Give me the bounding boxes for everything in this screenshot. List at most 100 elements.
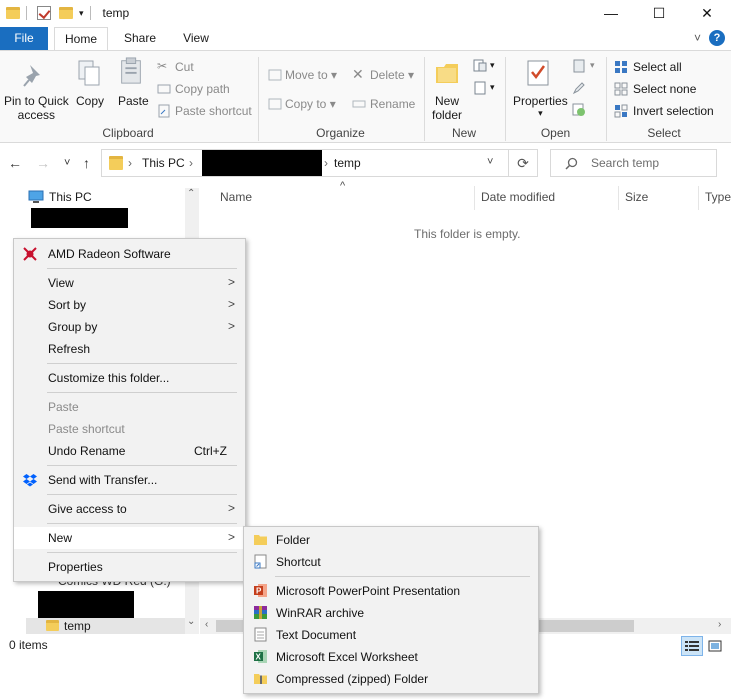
large-icons-view-icon[interactable] <box>708 640 722 652</box>
pin-quick-access-button[interactable]: Pin to Quick access <box>4 94 69 122</box>
menu-item-group-by[interactable]: Group by > <box>14 316 245 338</box>
nav-this-pc[interactable]: This PC <box>49 190 92 204</box>
column-date-modified[interactable]: Date modified <box>481 190 555 204</box>
text-document-icon <box>254 627 267 642</box>
tab-share[interactable]: Share <box>114 27 166 50</box>
properties-button[interactable]: Properties ▾ <box>513 94 568 119</box>
help-icon[interactable]: ? <box>709 30 725 46</box>
submenu-item-zip-folder[interactable]: Compressed (zipped) Folder <box>244 668 538 690</box>
scroll-down-icon[interactable]: ⌄ <box>187 616 195 627</box>
breadcrumb-temp[interactable]: temp <box>334 156 361 170</box>
column-type[interactable]: Type <box>705 190 731 204</box>
menu-label: Send with Transfer... <box>48 473 158 487</box>
menu-label: Paste shortcut <box>48 422 125 436</box>
new-folder-label-1: New <box>435 94 460 108</box>
menu-label: Group by <box>48 320 98 334</box>
select-none-icon <box>614 82 628 96</box>
zip-folder-icon <box>254 674 267 684</box>
window-title: temp <box>102 6 130 20</box>
move-to-button[interactable]: Move to ▾ <box>285 68 337 82</box>
menu-item-new[interactable]: New > <box>14 527 245 549</box>
menu-separator <box>47 363 237 364</box>
select-none-button[interactable]: Select none <box>633 82 696 96</box>
group-separator <box>258 57 259 141</box>
submenu-label: Microsoft Excel Worksheet <box>276 650 418 664</box>
minimize-button[interactable]: — <box>588 0 634 26</box>
tab-view[interactable]: View <box>172 27 220 50</box>
title-bar: ▾ temp — ☐ ✕ <box>0 0 731 26</box>
column-name[interactable]: Name <box>220 190 252 204</box>
new-item-icon[interactable] <box>473 59 487 73</box>
submenu-item-text-document[interactable]: Text Document <box>244 624 538 646</box>
qat-customize-caret-icon[interactable]: ▾ <box>79 8 84 19</box>
menu-item-undo-rename[interactable]: Undo Rename Ctrl+Z <box>14 440 245 462</box>
column-size[interactable]: Size <box>625 190 648 204</box>
submenu-item-folder[interactable]: Folder <box>244 529 538 551</box>
new-folder-qat-icon[interactable] <box>59 7 73 19</box>
submenu-item-shortcut[interactable]: Shortcut <box>244 551 538 573</box>
maximize-button[interactable]: ☐ <box>636 0 682 26</box>
scroll-right-icon[interactable]: › <box>718 619 721 630</box>
menu-item-customize-folder[interactable]: Customize this folder... <box>14 367 245 389</box>
qat-separator <box>26 6 27 20</box>
back-button[interactable]: ← <box>8 155 22 171</box>
close-button[interactable]: ✕ <box>684 0 730 26</box>
properties-icon <box>527 60 549 86</box>
menu-item-view[interactable]: View > <box>14 272 245 294</box>
ribbon-collapse-icon[interactable]: ˅ <box>694 31 701 45</box>
paste-button[interactable]: Paste <box>118 94 149 108</box>
history-icon[interactable] <box>572 103 586 117</box>
submenu-arrow-icon: > <box>227 319 235 333</box>
delete-button[interactable]: Delete ▾ <box>370 68 414 82</box>
copy-to-button[interactable]: Copy to ▾ <box>285 97 336 111</box>
menu-label: Sort by <box>48 298 87 312</box>
paste-icon <box>121 57 141 84</box>
easy-access-caret-icon[interactable]: ▾ <box>490 82 495 93</box>
breadcrumb-this-pc[interactable]: This PC <box>142 156 185 170</box>
menu-item-sort-by[interactable]: Sort by > <box>14 294 245 316</box>
menu-item-properties[interactable]: Properties <box>14 556 245 578</box>
nav-item-temp-selected[interactable]: temp <box>26 618 186 634</box>
address-dropdown-icon[interactable]: ˅ <box>487 156 493 168</box>
item-count: 0 items <box>9 638 48 652</box>
menu-item-send-with-transfer[interactable]: Send with Transfer... <box>14 469 245 491</box>
invert-selection-button[interactable]: Invert selection <box>633 104 714 118</box>
scroll-up-icon[interactable]: ⌃ <box>187 188 195 199</box>
submenu-item-winrar[interactable]: WinRAR archive <box>244 602 538 624</box>
rename-button[interactable]: Rename <box>370 97 415 111</box>
refresh-button[interactable]: ⟳ <box>509 149 538 177</box>
invert-selection-icon <box>614 104 628 118</box>
open-caret-icon[interactable]: ▾ <box>590 60 595 71</box>
recent-locations-button[interactable]: ˅ <box>64 157 70 169</box>
paste-shortcut-button[interactable]: Paste shortcut <box>175 104 252 118</box>
up-button[interactable]: ↑ <box>83 155 90 171</box>
properties-caret-icon: ▾ <box>538 108 543 118</box>
tab-file[interactable]: File <box>0 27 48 50</box>
easy-access-icon[interactable] <box>473 81 487 95</box>
submenu-label: Shortcut <box>276 555 321 569</box>
forward-button[interactable]: → <box>36 155 50 171</box>
new-item-caret-icon[interactable]: ▾ <box>490 60 495 71</box>
address-bar[interactable]: › This PC › › temp ˅ <box>101 149 509 177</box>
submenu-item-powerpoint[interactable]: P Microsoft PowerPoint Presentation <box>244 580 538 602</box>
select-all-button[interactable]: Select all <box>633 60 682 74</box>
menu-item-amd-radeon[interactable]: AMD Radeon Software <box>14 243 245 265</box>
scroll-left-icon[interactable]: ‹ <box>205 619 208 630</box>
tab-home[interactable]: Home <box>54 27 108 51</box>
temp-folder-icon <box>46 620 59 631</box>
move-to-label: Move to <box>285 68 328 82</box>
submenu-item-excel[interactable]: X Microsoft Excel Worksheet <box>244 646 538 668</box>
properties-check-icon[interactable] <box>37 6 51 20</box>
menu-shortcut-label: Ctrl+Z <box>194 444 227 458</box>
search-box[interactable]: Search temp <box>550 149 717 177</box>
details-view-button[interactable] <box>681 636 703 656</box>
copy-button[interactable]: Copy <box>76 94 104 108</box>
cut-button[interactable]: Cut <box>175 60 194 74</box>
edit-icon[interactable] <box>572 81 586 95</box>
open-icon[interactable] <box>572 59 586 73</box>
group-label-new: New <box>451 126 476 140</box>
menu-item-give-access[interactable]: Give access to > <box>14 498 245 520</box>
menu-item-refresh[interactable]: Refresh <box>14 338 245 360</box>
copy-path-button[interactable]: Copy path <box>175 82 230 96</box>
new-folder-button[interactable]: New folder <box>432 94 462 122</box>
